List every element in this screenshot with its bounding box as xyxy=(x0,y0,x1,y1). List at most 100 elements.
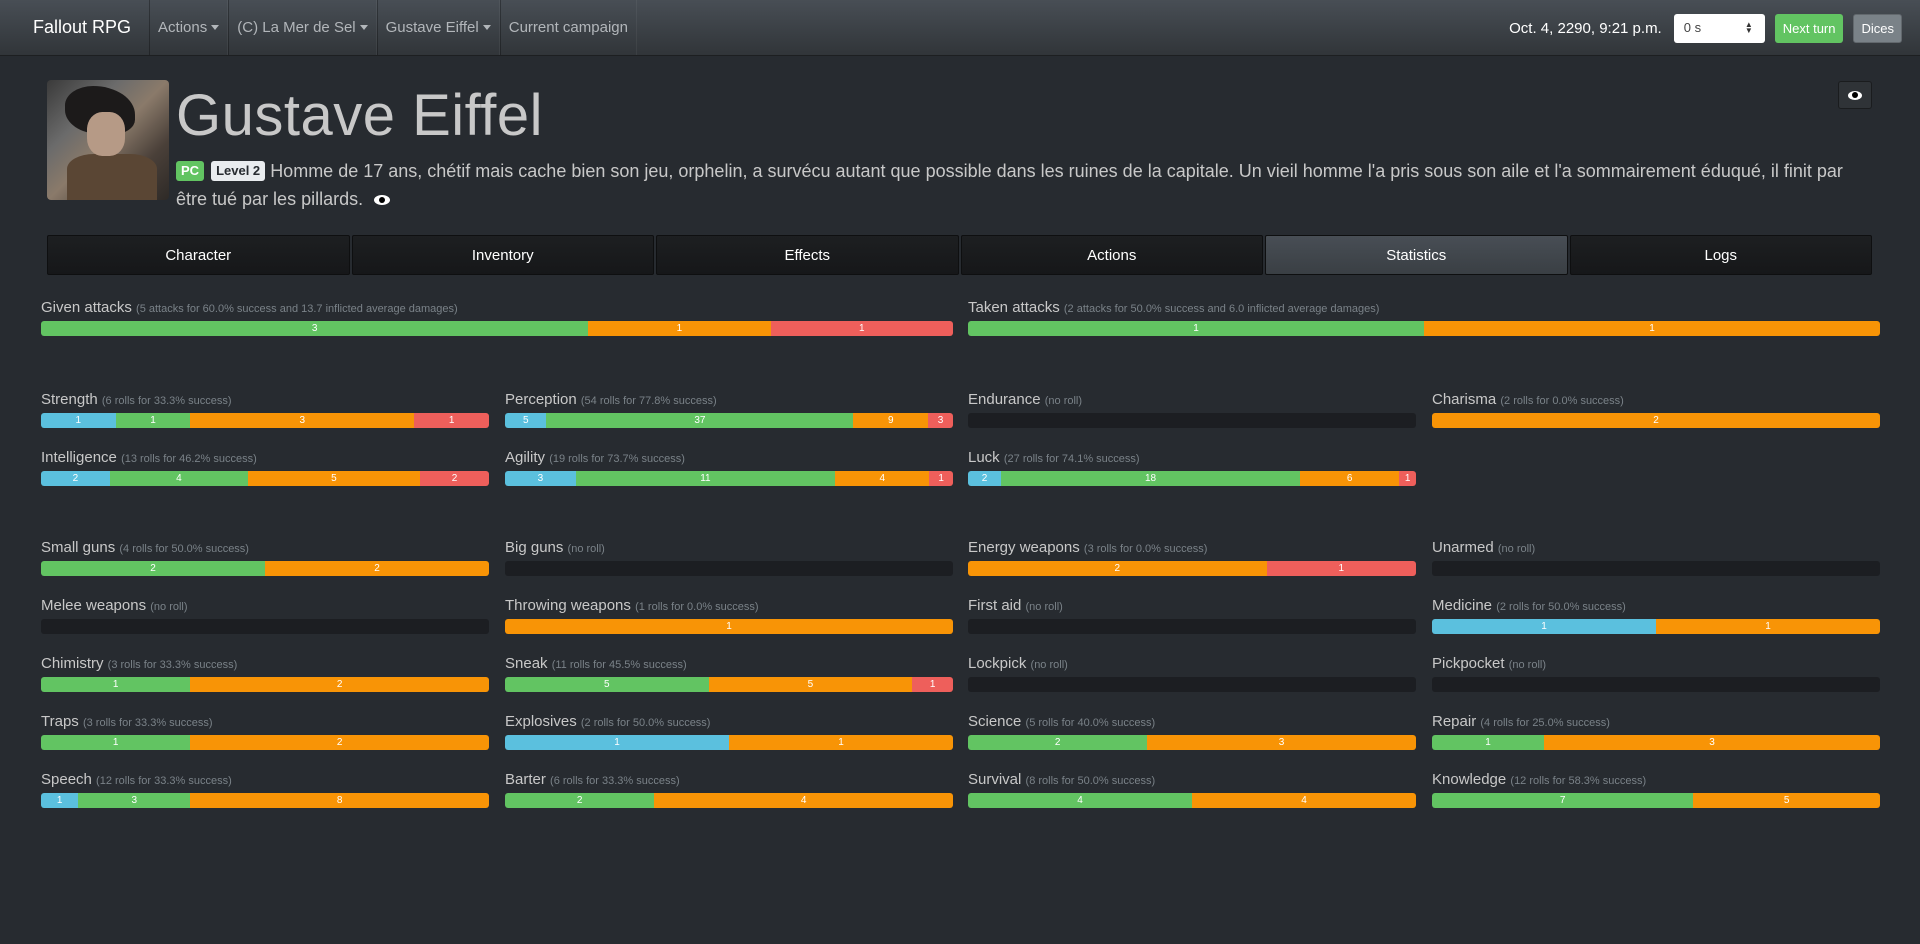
progress-bar xyxy=(968,413,1416,428)
stat-given-attacks: Given attacks (5 attacks for 60.0% succe… xyxy=(41,299,953,336)
level-badge: Level 2 xyxy=(211,161,266,181)
stat-detail: (2 rolls for 50.0% success) xyxy=(580,717,711,729)
stat-label: Perception (54 rolls for 77.8% success) xyxy=(505,391,953,411)
progress-bar: 3 11 4 1 xyxy=(505,471,953,486)
stat-detail: (2 attacks for 50.0% success and 6.0 inf… xyxy=(1063,303,1380,315)
stat-label: Explosives (2 rolls for 50.0% success) xyxy=(505,713,953,733)
stat-label: Agility (19 rolls for 73.7% success) xyxy=(505,449,953,469)
progress-bar xyxy=(1432,561,1880,576)
eye-icon xyxy=(1848,90,1862,100)
stat-lockpick: Lockpick (no roll) xyxy=(968,655,1416,692)
bar-segment-success: 1 xyxy=(115,413,191,428)
select-arrows-icon: ▲ ▼ xyxy=(1744,19,1753,35)
progress-bar: 21 xyxy=(968,561,1416,576)
tab-logs[interactable]: Logs xyxy=(1569,235,1872,275)
progress-bar: 311 xyxy=(41,321,953,336)
stat-repair: Repair (4 rolls for 25.0% success) 1 3 xyxy=(1432,713,1880,750)
nav-campaign-dropdown[interactable]: (C) La Mer de Sel xyxy=(228,0,377,55)
stat-name: Small guns xyxy=(41,539,116,556)
bar-segment-info: 3 xyxy=(505,471,576,486)
stat-detail: (no roll) xyxy=(1044,395,1083,407)
stat-sneak: Sneak (11 rolls for 45.5% success) 5 5 1 xyxy=(505,655,953,692)
stat-chimistry: Chimistry (3 rolls for 33.3% success) 1 2 xyxy=(41,655,489,692)
stat-science: Science (5 rolls for 40.0% success) 2 3 xyxy=(968,713,1416,750)
stat-name: Strength xyxy=(41,391,98,408)
progress-bar: 11 xyxy=(968,321,1880,336)
bar-segment-danger: 1 xyxy=(929,471,953,486)
bar-segment-info: 2 xyxy=(968,471,1002,486)
nav-actions-dropdown[interactable]: Actions xyxy=(149,0,229,55)
stat-name: Perception xyxy=(505,391,577,408)
bar-segment-warning: 1 xyxy=(729,735,953,750)
stat-speech: Speech (12 rolls for 33.3% success) 1 3 8 xyxy=(41,771,489,808)
bar-segment-warning: 5 xyxy=(247,471,421,486)
stat-name: Science xyxy=(968,713,1022,730)
bar-segment-warning: 3 xyxy=(1544,735,1880,750)
stat-label: Luck (27 rolls for 74.1% success) xyxy=(968,449,1416,469)
stat-label: Chimistry (3 rolls for 33.3% success) xyxy=(41,655,489,675)
dices-button[interactable]: Dices xyxy=(1853,13,1902,43)
stat-luck: Luck (27 rolls for 74.1% success) 2 18 6 1 xyxy=(968,449,1416,486)
stat-detail: (8 rolls for 50.0% success) xyxy=(1025,775,1156,787)
stat-name: Speech xyxy=(41,771,92,788)
bar-segment-danger: 1 xyxy=(912,677,953,692)
stat-label: Unarmed (no roll) xyxy=(1432,539,1880,559)
stat-name: Intelligence xyxy=(41,449,117,466)
visibility-toggle-button[interactable] xyxy=(1838,81,1872,109)
progress-bar: 23 xyxy=(968,735,1416,750)
stat-melee-weapons: Melee weapons (no roll) xyxy=(41,597,489,634)
bar-segment-warning: 1 xyxy=(505,619,953,634)
progress-bar: 11 xyxy=(1432,619,1880,634)
bar-segment-warning: 2 xyxy=(190,735,489,750)
stat-name: Agility xyxy=(505,449,546,466)
progress-bar: 12 xyxy=(41,677,489,692)
caret-down-icon xyxy=(359,25,368,30)
bar-segment-warning: 1 xyxy=(588,321,771,336)
character-description: Homme de 17 ans, chétif mais cache bien … xyxy=(176,161,1843,209)
stat-label: Given attacks (5 attacks for 60.0% succe… xyxy=(41,299,953,319)
brand-link[interactable]: Fallout RPG xyxy=(0,0,149,55)
bar-segment-warning: 2 xyxy=(1432,413,1880,428)
stat-taken-attacks: Taken attacks (2 attacks for 50.0% succe… xyxy=(968,299,1880,336)
bar-segment-success: 2 xyxy=(41,561,265,576)
stat-name: Medicine xyxy=(1432,597,1493,614)
stat-name: Explosives xyxy=(505,713,577,730)
navbar-right: Oct. 4, 2290, 9:21 p.m. 0 s ▲ ▼ Next turn… xyxy=(1509,0,1902,56)
eye-icon[interactable] xyxy=(374,195,391,205)
character-avatar xyxy=(47,80,169,200)
tab-effects[interactable]: Effects xyxy=(656,235,959,275)
stat-unarmed: Unarmed (no roll) xyxy=(1432,539,1880,576)
nav-actions-label: Actions xyxy=(158,19,208,36)
stat-label: Survival (8 rolls for 50.0% success) xyxy=(968,771,1416,791)
stat-detail: (no roll) xyxy=(567,543,605,555)
stat-small-guns: Small guns (4 rolls for 50.0% success) 2 2 xyxy=(41,539,489,576)
turn-speed-value: 0 s xyxy=(1683,19,1702,35)
stat-label: Barter (6 rolls for 33.3% success) xyxy=(505,771,953,791)
stat-label: Endurance (no roll) xyxy=(968,391,1416,411)
nav-current-campaign-label: Current campaign xyxy=(508,19,628,36)
stat-label: Big guns (no roll) xyxy=(505,539,953,559)
progress-bar: 75 xyxy=(1432,793,1880,808)
stat-detail: (no roll) xyxy=(1025,601,1063,613)
tab-character[interactable]: Character xyxy=(47,235,350,275)
turn-speed-select[interactable]: 0 s ▲ ▼ xyxy=(1673,13,1765,43)
next-turn-button[interactable]: Next turn xyxy=(1774,13,1844,43)
progress-bar: 551 xyxy=(505,677,953,692)
nav-current-campaign-link[interactable]: Current campaign xyxy=(499,0,637,55)
bar-segment-warning: 4 xyxy=(654,793,953,808)
tab-statistics[interactable]: Statistics xyxy=(1265,235,1568,275)
progress-bar: 24 xyxy=(505,793,953,808)
stat-label: Traps (3 rolls for 33.3% success) xyxy=(41,713,489,733)
progress-bar: 44 xyxy=(968,793,1416,808)
tab-actions[interactable]: Actions xyxy=(960,235,1263,275)
stat-perception: Perception (54 rolls for 77.8% success) 5… xyxy=(505,391,953,428)
tab-inventory[interactable]: Inventory xyxy=(351,235,654,275)
bar-segment-warning: 3 xyxy=(1147,735,1416,750)
bar-segment-info: 1 xyxy=(505,735,729,750)
stat-detail: (11 rolls for 45.5% success) xyxy=(551,659,687,671)
bar-segment-success: 7 xyxy=(1432,793,1694,808)
stat-first-aid: First aid (no roll) xyxy=(968,597,1416,634)
nav-character-dropdown[interactable]: Gustave Eiffel xyxy=(376,0,500,55)
game-date: Oct. 4, 2290, 9:21 p.m. xyxy=(1509,19,1662,37)
bar-segment-danger: 3 xyxy=(928,413,953,428)
